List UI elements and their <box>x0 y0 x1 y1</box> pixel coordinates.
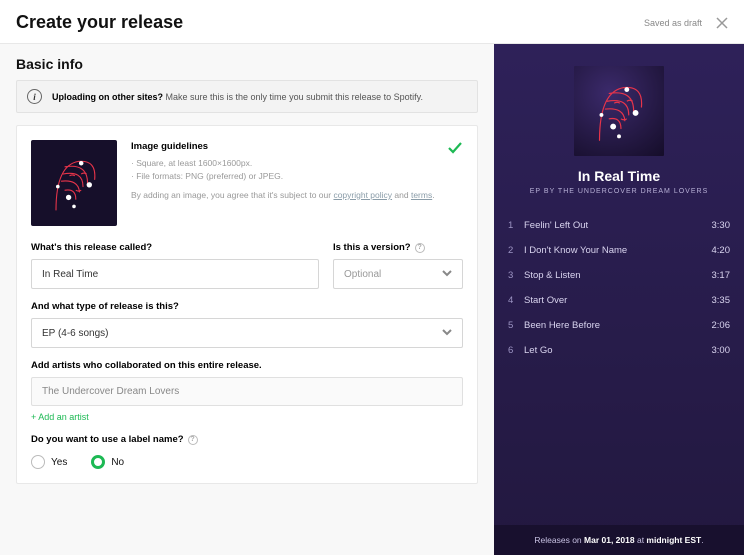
track-number: 5 <box>508 320 524 331</box>
draft-status: Saved as draft <box>644 18 702 28</box>
track-list: 1Feelin' Left Out3:302I Don't Know Your … <box>494 207 744 525</box>
collaborators-label: Add artists who collaborated on this ent… <box>31 360 463 371</box>
track-row[interactable]: 5Been Here Before2:06 <box>508 313 730 338</box>
form-column: Basic info i Uploading on other sites? M… <box>0 44 494 555</box>
terms-link[interactable]: terms <box>411 190 432 200</box>
track-name: Been Here Before <box>524 320 712 331</box>
add-artist-link[interactable]: + Add an artist <box>31 412 463 422</box>
track-row[interactable]: 1Feelin' Left Out3:30 <box>508 213 730 238</box>
track-duration: 3:00 <box>712 345 731 356</box>
track-duration: 3:30 <box>712 220 731 231</box>
checkmark-icon <box>447 140 463 159</box>
info-icon: i <box>27 89 42 104</box>
close-icon[interactable] <box>716 17 728 29</box>
release-name-input[interactable] <box>31 259 319 289</box>
radio-no[interactable]: No <box>91 455 124 469</box>
track-number: 1 <box>508 220 524 231</box>
track-duration: 4:20 <box>712 245 731 256</box>
chevron-down-icon <box>442 268 452 281</box>
track-number: 4 <box>508 295 524 306</box>
track-row[interactable]: 6Let Go3:00 <box>508 338 730 363</box>
cover-thumbnail[interactable] <box>31 140 117 226</box>
page-header: Create your release Saved as draft <box>0 0 744 44</box>
preview-cover <box>574 66 664 156</box>
track-duration: 2:06 <box>712 320 731 331</box>
release-footer: Releases on Mar 01, 2018 at midnight EST… <box>494 525 744 555</box>
track-row[interactable]: 2I Don't Know Your Name4:20 <box>508 238 730 263</box>
track-number: 2 <box>508 245 524 256</box>
version-label: Is this a version? ? <box>333 242 463 253</box>
preview-subtitle: EP by The Undercover Dream Lovers <box>494 188 744 195</box>
preview-title: In Real Time <box>494 168 744 184</box>
help-icon[interactable]: ? <box>188 435 198 445</box>
form-card: Image guidelines · Square, at least 1600… <box>16 125 478 484</box>
track-name: Start Over <box>524 295 712 306</box>
track-row[interactable]: 4Start Over3:35 <box>508 288 730 313</box>
copyright-link[interactable]: copyright policy <box>333 190 392 200</box>
release-type-select[interactable]: EP (4-6 songs) <box>31 318 463 348</box>
label-name-label: Do you want to use a label name? ? <box>31 434 463 445</box>
track-duration: 3:17 <box>712 270 731 281</box>
track-name: Stop & Listen <box>524 270 712 281</box>
info-banner: i Uploading on other sites? Make sure th… <box>16 80 478 113</box>
preview-panel: In Real Time EP by The Undercover Dream … <box>494 44 744 555</box>
track-row[interactable]: 3Stop & Listen3:17 <box>508 263 730 288</box>
version-select[interactable]: Optional <box>333 259 463 289</box>
image-guidelines: Image guidelines · Square, at least 1600… <box>131 140 463 202</box>
radio-yes[interactable]: Yes <box>31 455 67 469</box>
track-name: I Don't Know Your Name <box>524 245 712 256</box>
track-number: 3 <box>508 270 524 281</box>
section-title: Basic info <box>16 56 478 72</box>
page-title: Create your release <box>16 12 183 33</box>
release-name-label: What's this release called? <box>31 242 319 253</box>
artist-chip[interactable]: The Undercover Dream Lovers <box>31 377 463 406</box>
release-type-label: And what type of release is this? <box>31 301 463 312</box>
track-name: Feelin' Left Out <box>524 220 712 231</box>
help-icon[interactable]: ? <box>415 243 425 253</box>
track-number: 6 <box>508 345 524 356</box>
banner-text: Uploading on other sites? Make sure this… <box>52 92 423 102</box>
chevron-down-icon <box>442 327 452 340</box>
track-duration: 3:35 <box>712 295 731 306</box>
track-name: Let Go <box>524 345 712 356</box>
